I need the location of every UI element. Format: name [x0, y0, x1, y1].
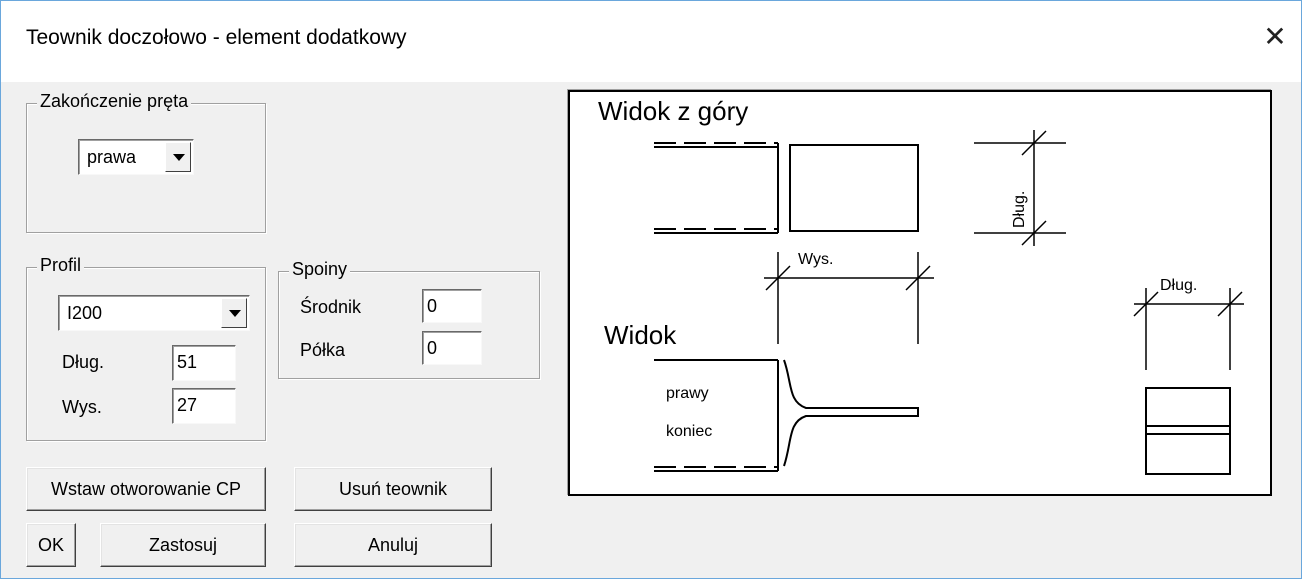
delete-tee-button[interactable]: Usuń teownik: [294, 467, 492, 511]
side-view-title: Widok: [604, 320, 677, 350]
height-label: Wys.: [62, 397, 102, 417]
welds-group: Spoiny: [278, 259, 540, 379]
preview-svg: Widok z góry Widok Wys. Dług. Dług. praw…: [598, 96, 1244, 475]
dim-dlug-vertical-label: Dług.: [1011, 191, 1028, 228]
end-select[interactable]: prawa: [78, 139, 194, 175]
close-icon[interactable]: ✕: [1258, 20, 1292, 54]
preview-drawing: Widok z góry Widok Wys. Dług. Dług. praw…: [568, 90, 1272, 496]
flange-weld-label: Półka: [300, 340, 346, 360]
cancel-button[interactable]: Anuluj: [294, 523, 492, 567]
end-group-legend: Zakończenie pręta: [37, 91, 192, 112]
chevron-down-icon[interactable]: [221, 298, 247, 328]
top-view-title: Widok z góry: [598, 96, 748, 126]
flange-weld-field[interactable]: 0: [422, 331, 482, 365]
web-weld-field[interactable]: 0: [422, 289, 482, 323]
profile-select-value: I200: [67, 303, 103, 323]
profile-group-legend: Profil: [37, 255, 85, 276]
length-label: Dług.: [62, 352, 105, 372]
welds-group-legend: Spoiny: [289, 259, 351, 280]
insert-cp-holes-button[interactable]: Wstaw otworowanie CP: [26, 467, 266, 511]
profile-select[interactable]: I200: [58, 295, 250, 331]
height-field[interactable]: 27: [172, 388, 236, 424]
window-title: Teownik doczołowo - element dodatkowy: [26, 26, 407, 49]
note-line-2: koniec: [666, 423, 712, 440]
end-select-value: prawa: [87, 147, 137, 167]
dim-dlug-side-label: Dług.: [1160, 277, 1197, 294]
web-weld-label: Środnik: [300, 297, 362, 317]
ok-button[interactable]: OK: [26, 523, 76, 567]
length-field[interactable]: 51: [172, 345, 236, 381]
apply-button[interactable]: Zastosuj: [100, 523, 266, 567]
end-view-plate: [1145, 387, 1231, 475]
side-view-tee: [783, 359, 919, 467]
top-view-plate: [789, 144, 919, 232]
chevron-down-icon[interactable]: [165, 142, 191, 172]
dim-wys-label: Wys.: [798, 251, 833, 268]
title-bar: Teownik doczołowo - element dodatkowy ✕: [0, 0, 1302, 83]
note-line-1: prawy: [666, 385, 709, 402]
